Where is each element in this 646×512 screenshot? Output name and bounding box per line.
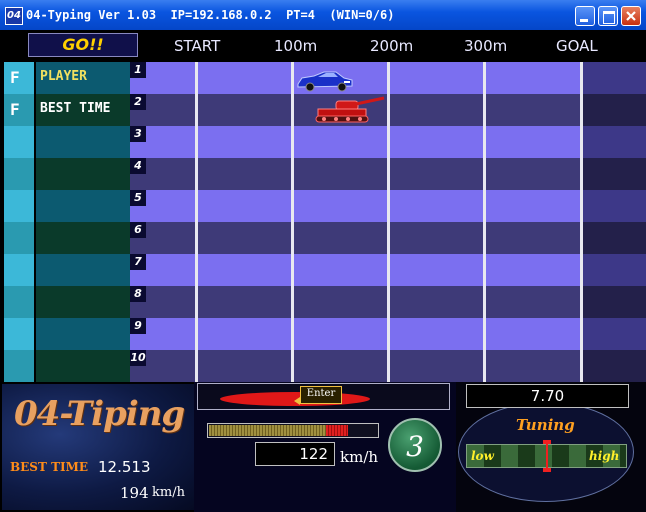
game-logo: 04-Tiping (14, 394, 185, 434)
lane-name-cell (36, 318, 130, 350)
lane-goal-zone (582, 222, 646, 254)
current-speed-unit: km/h (340, 448, 379, 466)
lane-name-cell (36, 350, 130, 382)
lane-flag-cell (4, 222, 34, 254)
best-speed-unit: km/h (152, 485, 185, 500)
lane-number: 10 (130, 350, 146, 366)
marker-start: START (174, 37, 221, 55)
window-title: 04-Typing Ver 1.03 IP=192.168.0.2 PT=4 (… (26, 8, 395, 22)
race-position: 3 (388, 418, 442, 472)
close-icon (626, 11, 636, 21)
lane-flag-cell (4, 190, 34, 222)
lane-goal-zone (582, 94, 646, 126)
lane-number: 3 (130, 126, 146, 142)
racer-name: PLAYER (40, 69, 87, 84)
minimize-button[interactable] (575, 6, 595, 26)
lane-goal-zone (582, 62, 646, 94)
game-window: 04 04-Typing Ver 1.03 IP=192.168.0.2 PT=… (0, 0, 646, 512)
lane-goal-zone (582, 318, 646, 350)
lane-goal-zone (582, 190, 646, 222)
marker-200m: 200m (370, 37, 414, 55)
marker-line-300m (483, 62, 486, 382)
go-button[interactable]: GO!! (28, 33, 138, 57)
lane-number: 4 (130, 158, 146, 174)
lane-flag-cell (4, 126, 34, 158)
lane-name-cell (36, 190, 130, 222)
lane-name-cell (36, 286, 130, 318)
lane-goal-zone (582, 350, 646, 382)
lane-number: 7 (130, 254, 146, 270)
lane-name-cell: BEST TIME (36, 94, 130, 126)
marker-goal: GOAL (556, 37, 598, 55)
marker-line-goal (580, 62, 583, 382)
speed-gauge (207, 423, 379, 438)
tuning-label: Tuning (516, 416, 575, 434)
lane-name-cell (36, 222, 130, 254)
lane-flag: F (10, 68, 20, 87)
lane-goal-zone (582, 158, 646, 190)
speed-gauge-fill (209, 425, 326, 436)
maximize-icon (603, 11, 615, 24)
best-speed-value: 194 (120, 484, 149, 502)
lane-name-cell (36, 158, 130, 190)
elapsed-time: 7.70 (466, 384, 629, 408)
lane-number: 9 (130, 318, 146, 334)
lane-flag-cell (4, 254, 34, 286)
lane-flag-cell (4, 286, 34, 318)
racer-name: BEST TIME (40, 101, 111, 116)
speed-gauge-redline (326, 425, 348, 436)
tank-icon (315, 96, 385, 123)
marker-line-200m (387, 62, 390, 382)
lane-goal-zone (582, 126, 646, 158)
title-bar: 04 04-Typing Ver 1.03 IP=192.168.0.2 PT=… (0, 0, 646, 30)
lane-flag-cell: F (4, 94, 34, 126)
best-time-label: BEST TIME (10, 460, 89, 474)
lane-name-cell: PLAYER (36, 62, 130, 94)
marker-line-start (195, 62, 198, 382)
marker-300m: 300m (464, 37, 508, 55)
car-icon (297, 71, 353, 92)
current-speed-value: 122 (255, 442, 335, 466)
lane-name-cell (36, 254, 130, 286)
lane-number: 6 (130, 222, 146, 238)
lane-name-cell (36, 126, 130, 158)
lane-flag-cell (4, 318, 34, 350)
lane-goal-zone (582, 254, 646, 286)
lane-number: 1 (130, 62, 146, 78)
lane-flag-cell: F (4, 62, 34, 94)
minimize-icon (580, 19, 588, 22)
close-button[interactable] (621, 6, 641, 26)
enter-key: Enter (300, 386, 342, 404)
tuning-high-label: high (589, 449, 620, 463)
best-time-value: 12.513 (98, 458, 151, 476)
maximize-button[interactable] (598, 6, 618, 26)
lane-flag: F (10, 100, 20, 119)
lane-flag-cell (4, 350, 34, 382)
lane-number: 2 (130, 94, 146, 110)
lane-number: 8 (130, 286, 146, 302)
lane-number: 5 (130, 190, 146, 206)
tuning-knob[interactable] (543, 440, 551, 472)
marker-100m: 100m (274, 37, 318, 55)
tuning-low-label: low (471, 449, 494, 463)
app-icon: 04 (5, 7, 23, 25)
marker-line-100m (291, 62, 294, 382)
lane-goal-zone (582, 286, 646, 318)
lane-flag-cell (4, 158, 34, 190)
